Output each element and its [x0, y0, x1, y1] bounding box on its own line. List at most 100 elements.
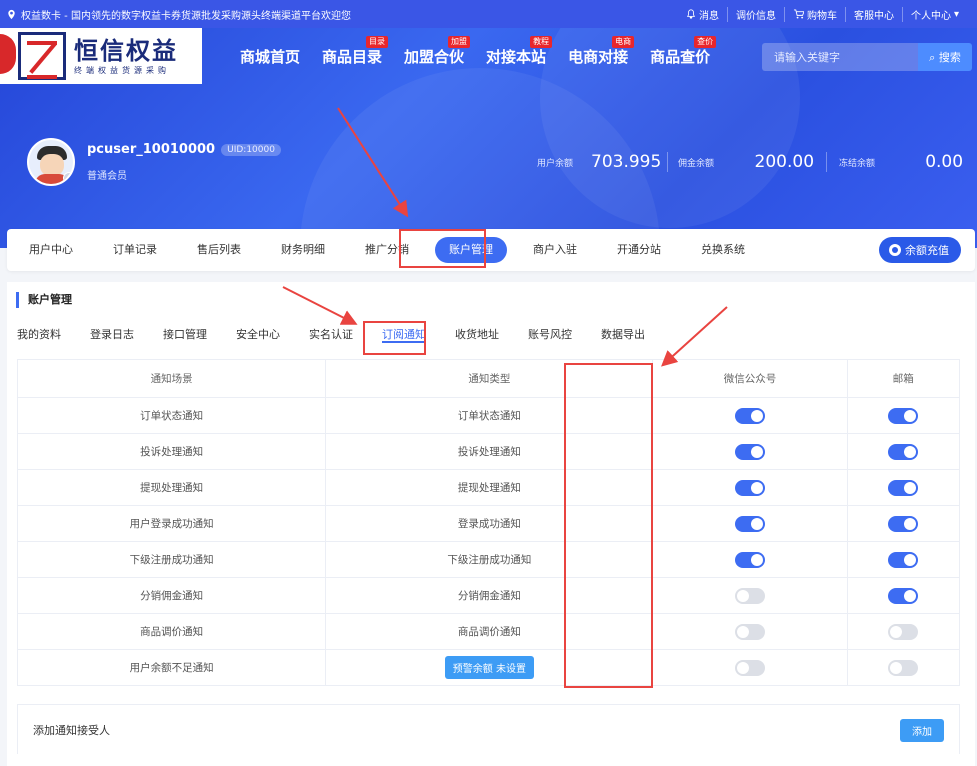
- wechat-toggle[interactable]: [735, 515, 765, 532]
- notify-type: 分销佣金通知: [325, 577, 654, 614]
- user-balance-label: 用户余额: [537, 158, 574, 169]
- table-row: 下级注册成功通知 下级注册成功通知: [16, 541, 961, 578]
- uid-badge: UID:10000: [221, 143, 281, 156]
- tab-promotion[interactable]: 推广分销: [351, 237, 423, 263]
- subtab-risk-control[interactable]: 账号风控: [528, 327, 572, 343]
- page-title: 账户管理: [16, 292, 72, 308]
- tab-account-management[interactable]: 账户管理: [435, 237, 507, 263]
- messages-link[interactable]: 消息: [678, 7, 727, 22]
- tab-user-center[interactable]: 用户中心: [15, 237, 87, 263]
- price-adjust-link[interactable]: 调价信息: [726, 6, 784, 22]
- tab-finance[interactable]: 财务明细: [267, 237, 339, 263]
- balances: 用户余额 703.995 佣金余额 200.00 冻结余额 0.00: [537, 152, 963, 172]
- wechat-toggle[interactable]: [735, 443, 765, 460]
- tab-exchange-system[interactable]: 兑换系统: [687, 237, 759, 263]
- site-title: 权益数卡 - 国内领先的数字权益卡券货源批发采购源头终端渠道平台欢迎您: [21, 10, 351, 22]
- sub-tabs: 我的资料 登录日志 接口管理 安全中心 实名认证 订阅通知 收货地址 账号风控 …: [17, 327, 674, 343]
- hero-banner: 恒信权益 终端权益货源采购 商城首页 商品目录 目录 加盟合伙 加盟 对接本站 教程 …: [0, 28, 977, 248]
- table-row: 用户登录成功通知 登录成功通知: [16, 505, 961, 542]
- notify-scene: 下级注册成功通知: [16, 541, 327, 578]
- subtab-profile[interactable]: 我的资料: [17, 327, 61, 343]
- user-balance: 用户余额 703.995: [537, 152, 662, 172]
- search-input[interactable]: [762, 43, 918, 71]
- wechat-cell: [652, 505, 848, 542]
- notify-type: 提现处理通知: [325, 469, 654, 506]
- member-level: 普通会员: [87, 171, 127, 182]
- subtab-api[interactable]: 接口管理: [163, 327, 207, 343]
- personal-center-link[interactable]: 个人中心 ▾: [901, 6, 967, 22]
- wechat-toggle[interactable]: [735, 407, 765, 424]
- commission-balance-label: 佣金余额: [678, 158, 715, 169]
- recharge-label: 余额充值: [905, 244, 949, 257]
- site-logo[interactable]: 恒信权益 终端权益货源采购: [0, 28, 202, 84]
- nav-ecommerce[interactable]: 电商对接 电商: [568, 36, 635, 75]
- notify-type: 登录成功通知: [325, 505, 654, 542]
- email-toggle[interactable]: [888, 623, 919, 640]
- commission-balance: 佣金余额 200.00: [667, 152, 814, 172]
- cart-link[interactable]: 购物车: [783, 6, 845, 22]
- table-row: 提现处理通知 提现处理通知: [16, 469, 961, 506]
- subtab-security[interactable]: 安全中心: [236, 327, 280, 343]
- nav-ecommerce-label: 电商对接: [568, 48, 629, 66]
- logo-name: 恒信权益: [74, 36, 178, 65]
- messages-label: 消息: [698, 10, 719, 22]
- tab-merchant-join[interactable]: 商户入驻: [519, 237, 591, 263]
- chevron-down-icon: ▾: [953, 8, 959, 20]
- email-toggle[interactable]: [888, 407, 919, 424]
- email-toggle[interactable]: [888, 551, 919, 568]
- nav-catalog[interactable]: 商品目录 目录: [322, 36, 389, 75]
- add-receiver-button[interactable]: 添加: [900, 719, 944, 742]
- wechat-toggle[interactable]: [735, 479, 765, 496]
- subtab-real-name[interactable]: 实名认证: [309, 327, 353, 343]
- wechat-cell: [652, 397, 848, 434]
- bell-icon: [686, 9, 695, 19]
- cart-icon: [793, 9, 804, 19]
- search-button[interactable]: ⌕ 搜索: [918, 43, 972, 71]
- username: pcuser_10010000: [87, 142, 216, 157]
- logo-mark-icon: [18, 32, 66, 80]
- email-toggle[interactable]: [888, 443, 919, 460]
- subtab-address[interactable]: 收货地址: [455, 327, 499, 343]
- table-row: 投诉处理通知 投诉处理通知: [16, 433, 961, 470]
- wechat-toggle[interactable]: [735, 551, 765, 568]
- email-cell: [846, 649, 961, 686]
- service-center-link[interactable]: 客服中心: [844, 6, 902, 22]
- wechat-cell: [652, 577, 848, 614]
- email-cell: [846, 577, 961, 614]
- email-toggle[interactable]: [888, 587, 919, 604]
- table-row: 用户余额不足通知 预警余额 未设置: [16, 649, 961, 686]
- avatar[interactable]: [27, 138, 75, 186]
- email-toggle[interactable]: [888, 479, 919, 496]
- shield-icon: [63, 172, 73, 184]
- nav-franchise[interactable]: 加盟合伙 加盟: [404, 36, 471, 75]
- wechat-cell: [652, 469, 848, 506]
- tab-open-substation[interactable]: 开通分站: [603, 237, 675, 263]
- email-toggle[interactable]: [888, 515, 919, 532]
- warning-balance-button[interactable]: 预警余额 未设置: [444, 656, 534, 679]
- email-cell: [846, 397, 961, 434]
- logo-accent: [0, 34, 16, 74]
- wechat-toggle[interactable]: [735, 587, 765, 604]
- nav-badge: 加盟: [448, 36, 471, 48]
- recharge-button[interactable]: 余额充值: [879, 237, 961, 263]
- wechat-toggle[interactable]: [735, 623, 765, 640]
- wechat-toggle[interactable]: [735, 659, 765, 676]
- subtab-data-export[interactable]: 数据导出: [601, 327, 645, 343]
- user-balance-value: 703.995: [591, 152, 662, 172]
- column-header: 通知类型: [325, 359, 654, 398]
- table-row: 订单状态通知 订单状态通知: [16, 397, 961, 434]
- wechat-cell: [652, 541, 848, 578]
- tab-after-sales[interactable]: 售后列表: [183, 237, 255, 263]
- email-toggle[interactable]: [888, 659, 919, 676]
- cart-label: 购物车: [806, 10, 837, 22]
- tab-orders[interactable]: 订单记录: [99, 237, 171, 263]
- user-profile: pcuser_10010000 UID:10000 普通会员: [27, 138, 281, 186]
- subtab-subscription[interactable]: 订阅通知: [382, 327, 426, 343]
- subtab-login-log[interactable]: 登录日志: [90, 327, 134, 343]
- nav-badge: 教程: [530, 36, 553, 48]
- nav-integration[interactable]: 对接本站 教程: [486, 36, 553, 75]
- column-header: 邮箱: [846, 359, 961, 398]
- nav-price-check[interactable]: 商品查价 查价: [650, 36, 717, 75]
- nav-home[interactable]: 商城首页: [240, 38, 300, 75]
- main-content: 账户管理 我的资料 登录日志 接口管理 安全中心 实名认证 订阅通知 收货地址 …: [7, 282, 975, 766]
